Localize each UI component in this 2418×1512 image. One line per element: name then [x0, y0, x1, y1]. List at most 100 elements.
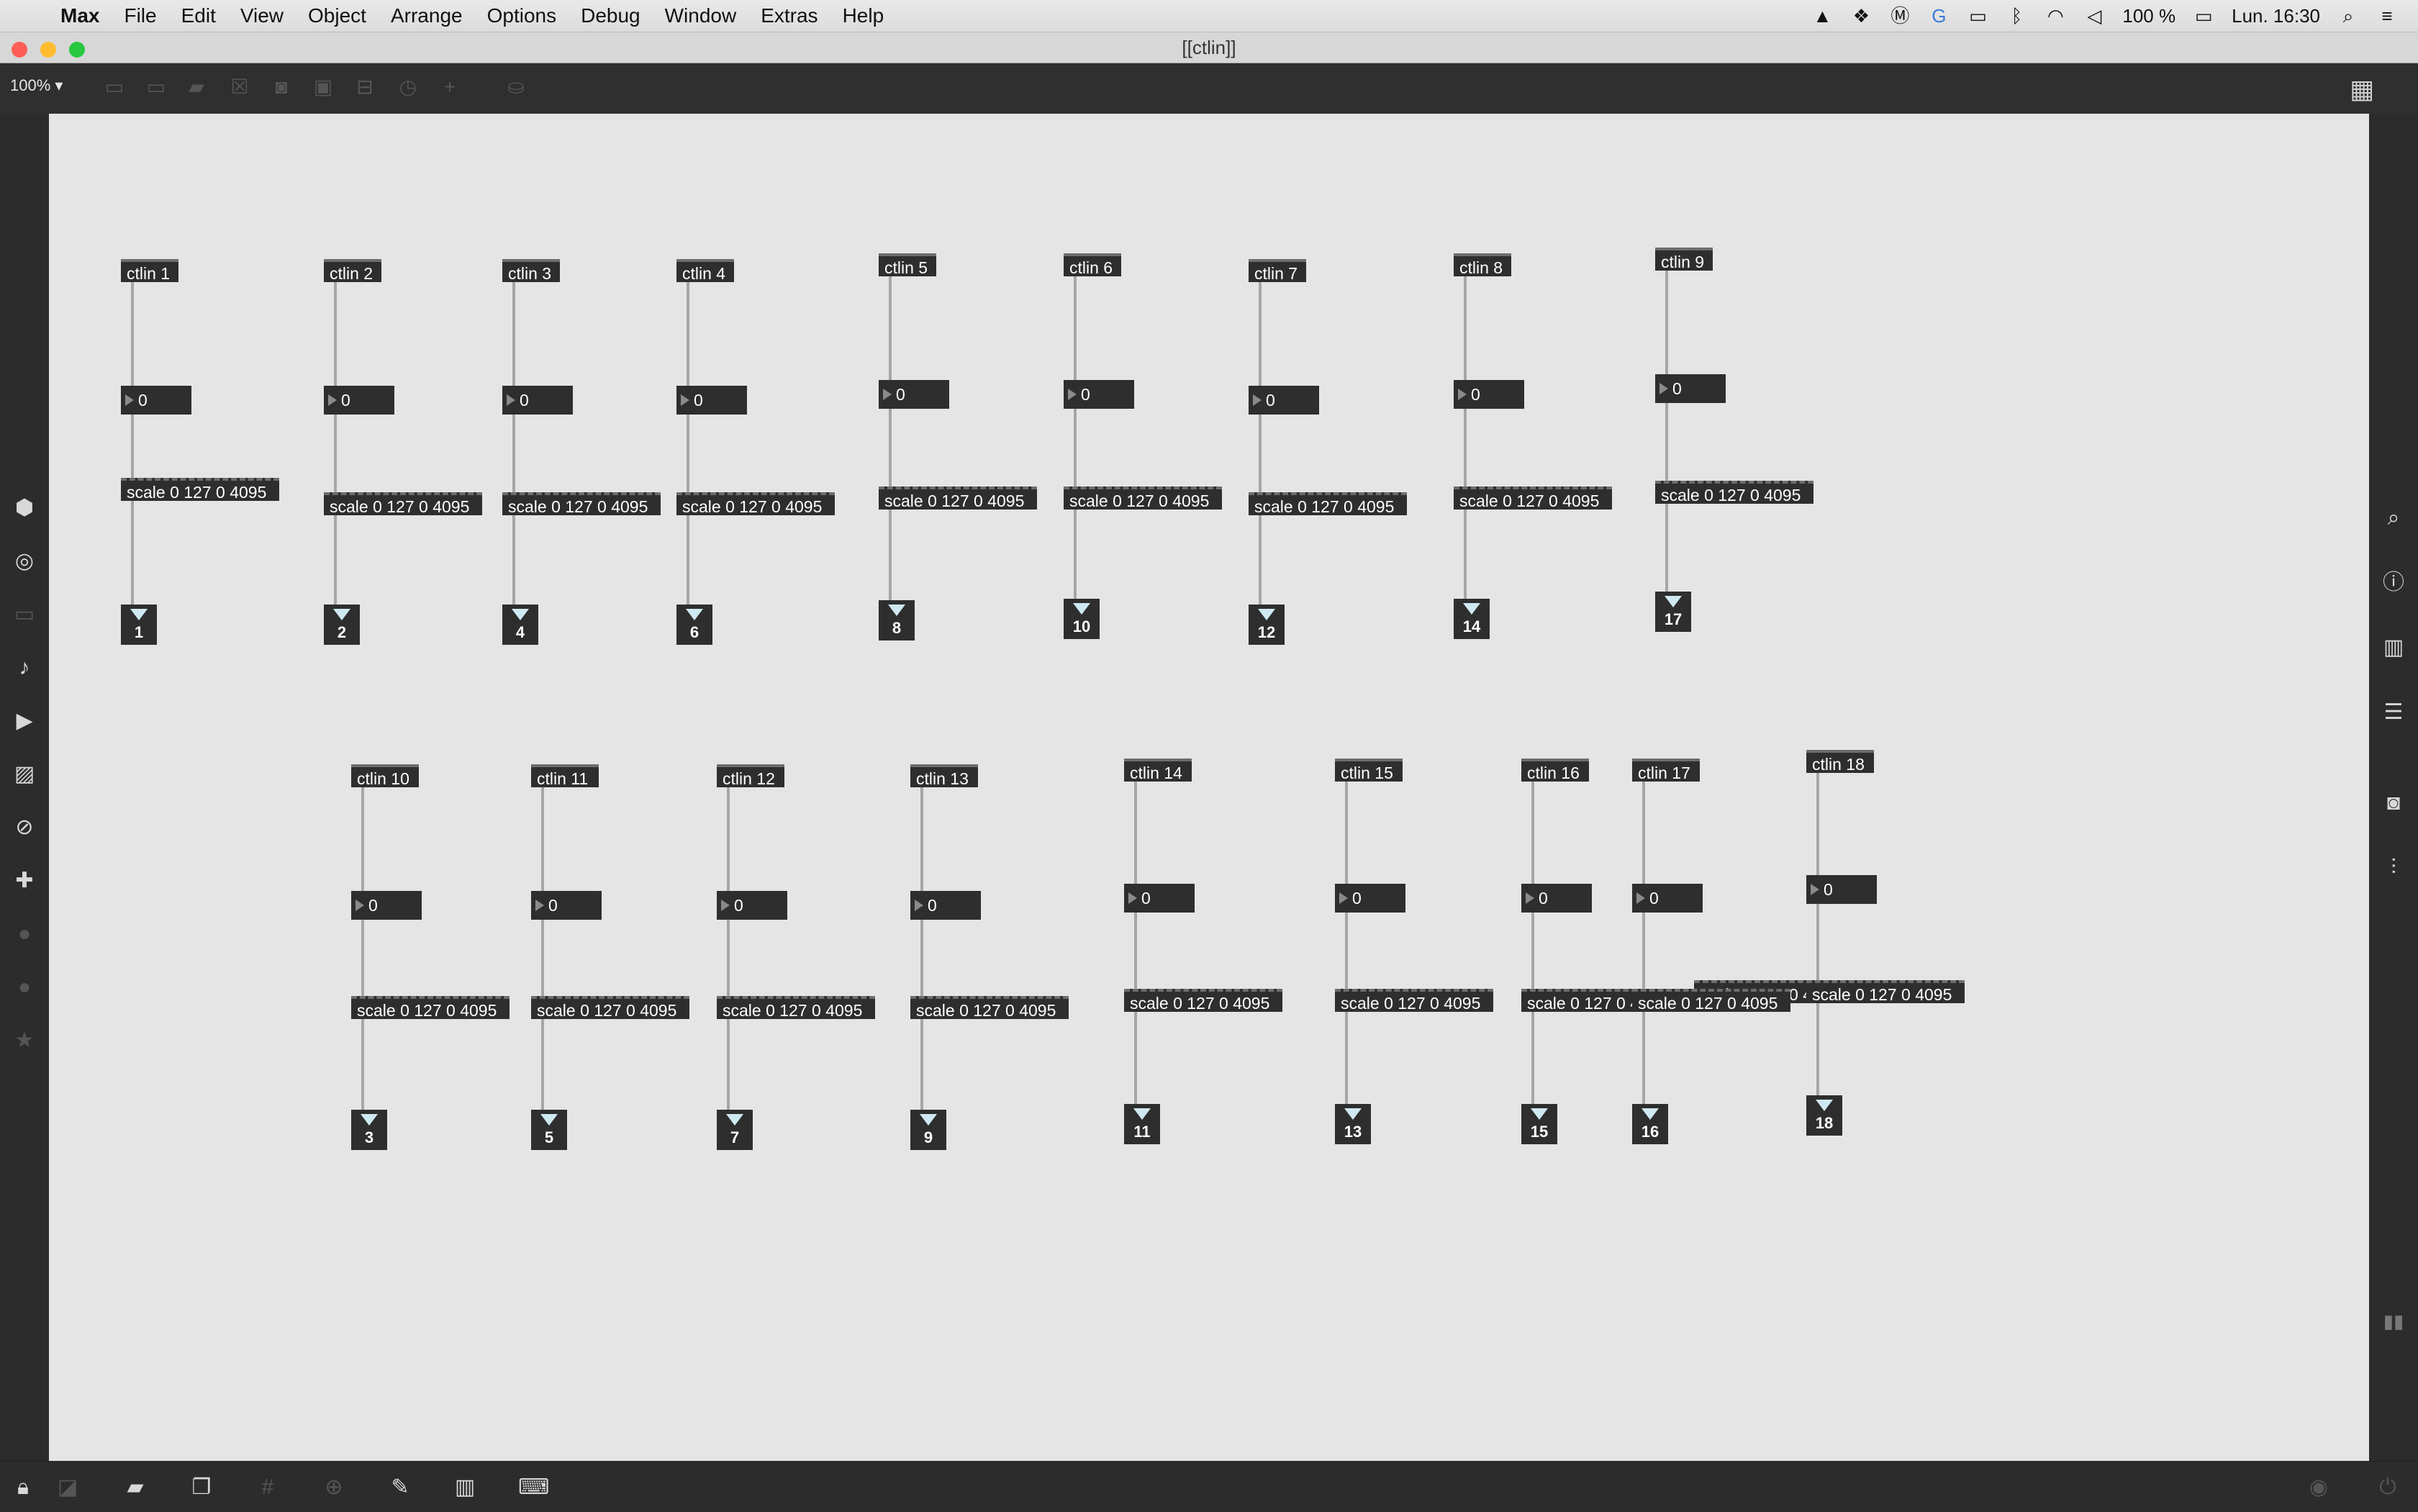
- number-box-5[interactable]: 0: [879, 380, 949, 409]
- ctlin-object-15[interactable]: ctlin 15: [1335, 759, 1403, 782]
- outlet-11[interactable]: 5: [531, 1110, 567, 1150]
- patch-cord[interactable]: [1642, 913, 1645, 989]
- outlet-18[interactable]: 18: [1806, 1095, 1842, 1136]
- patch-cord[interactable]: [1345, 913, 1348, 989]
- patch-cord[interactable]: [541, 787, 544, 891]
- patch-cord[interactable]: [131, 282, 134, 386]
- wrench-icon[interactable]: ✎: [387, 1475, 413, 1500]
- new-message-icon[interactable]: ▭: [144, 75, 168, 99]
- playlist-icon[interactable]: ▶: [12, 708, 37, 734]
- bluetooth-icon[interactable]: ᛒ: [2006, 5, 2027, 27]
- outlet-1[interactable]: 1: [121, 605, 157, 645]
- paperclip-icon[interactable]: ⊘: [12, 815, 37, 841]
- outlet-6[interactable]: 10: [1064, 599, 1100, 639]
- m-icon[interactable]: Ⓜ: [1889, 5, 1911, 27]
- patch-cord[interactable]: [1665, 403, 1668, 481]
- menu-object[interactable]: Object: [308, 4, 366, 27]
- paint-bucket-icon[interactable]: ⛀: [504, 75, 528, 99]
- patch-cord[interactable]: [727, 787, 730, 891]
- grid-icon[interactable]: #: [255, 1475, 281, 1500]
- number-box-2[interactable]: 0: [324, 386, 394, 415]
- patch-cord[interactable]: [1345, 1012, 1348, 1104]
- menu-help[interactable]: Help: [843, 4, 884, 27]
- patch-cord[interactable]: [512, 282, 515, 386]
- patch-cord[interactable]: [889, 276, 892, 380]
- number-box-7[interactable]: 0: [1249, 386, 1319, 415]
- beap-icon[interactable]: ●: [12, 974, 37, 1000]
- new-button-icon[interactable]: ☒: [227, 75, 252, 99]
- patch-cord[interactable]: [1134, 913, 1137, 989]
- scale-object-13[interactable]: scale 0 127 0 4095: [910, 996, 1069, 1020]
- new-toggle-icon[interactable]: ◙: [269, 75, 294, 99]
- menu-extras[interactable]: Extras: [761, 4, 818, 27]
- scale-object-18[interactable]: scale 0 127 0 4095: [1806, 980, 1965, 1004]
- patch-cord[interactable]: [1074, 276, 1077, 380]
- windows-icon[interactable]: ❐: [189, 1475, 214, 1500]
- patch-cord[interactable]: [541, 1019, 544, 1110]
- patch-cord[interactable]: [1816, 904, 1819, 980]
- outlet-5[interactable]: 8: [879, 600, 915, 640]
- patch-cord[interactable]: [889, 510, 892, 600]
- lock-icon[interactable]: 🔒︎: [10, 1475, 36, 1500]
- scale-object-5[interactable]: scale 0 127 0 4095: [879, 486, 1037, 510]
- ctlin-object-18[interactable]: ctlin 18: [1806, 750, 1874, 774]
- patch-cord[interactable]: [334, 515, 337, 605]
- number-box-14[interactable]: 0: [1124, 884, 1195, 913]
- audio-play-icon[interactable]: ◉: [2306, 1475, 2332, 1500]
- patch-cord[interactable]: [727, 920, 730, 996]
- grid-view-icon[interactable]: ▦: [2346, 75, 2378, 104]
- patch-cord[interactable]: [920, 1019, 923, 1110]
- outlet-9[interactable]: 17: [1655, 592, 1691, 632]
- number-box-16[interactable]: 0: [1521, 884, 1592, 913]
- scale-object-11[interactable]: scale 0 127 0 4095: [531, 996, 689, 1020]
- battery-icon[interactable]: ▭: [2193, 5, 2214, 27]
- add-object-icon[interactable]: +: [438, 75, 462, 99]
- ctlin-object-8[interactable]: ctlin 8: [1454, 253, 1511, 277]
- new-dial-icon[interactable]: ◷: [396, 75, 420, 99]
- patch-cord[interactable]: [1531, 1012, 1534, 1104]
- wifi-icon[interactable]: ◠: [2045, 5, 2066, 27]
- zoom-level-select[interactable]: 100% ▾: [10, 76, 63, 95]
- patch-cord[interactable]: [512, 515, 515, 605]
- ctlin-object-7[interactable]: ctlin 7: [1249, 259, 1306, 283]
- menu-file[interactable]: File: [124, 4, 156, 27]
- scale-object-1[interactable]: scale 0 127 0 4095: [121, 478, 279, 502]
- spotlight-icon[interactable]: ⌕: [2337, 5, 2359, 27]
- outlet-4[interactable]: 6: [676, 605, 712, 645]
- scale-object-9[interactable]: scale 0 127 0 4095: [1655, 481, 1814, 504]
- patch-cord[interactable]: [1259, 515, 1262, 605]
- patch-cord[interactable]: [541, 920, 544, 996]
- number-box-17[interactable]: 0: [1632, 884, 1703, 913]
- ctlin-object-10[interactable]: ctlin 10: [351, 764, 419, 788]
- menu-window[interactable]: Window: [665, 4, 737, 27]
- number-box-4[interactable]: 0: [676, 386, 747, 415]
- outlet-17[interactable]: 16: [1632, 1104, 1668, 1144]
- ctlin-object-14[interactable]: ctlin 14: [1124, 759, 1192, 782]
- plugin-icon[interactable]: ✚: [12, 868, 37, 894]
- packages-cube-icon[interactable]: ⬢: [12, 495, 37, 521]
- outlet-12[interactable]: 7: [717, 1110, 753, 1150]
- outlet-16[interactable]: 15: [1521, 1104, 1557, 1144]
- notification-center-icon[interactable]: ≡: [2376, 5, 2398, 27]
- ctlin-object-6[interactable]: ctlin 6: [1064, 253, 1121, 277]
- ctlin-object-9[interactable]: ctlin 9: [1655, 248, 1713, 271]
- patch-cord[interactable]: [889, 409, 892, 486]
- number-box-10[interactable]: 0: [351, 891, 422, 920]
- new-slider-icon[interactable]: ⊟: [353, 75, 377, 99]
- number-box-15[interactable]: 0: [1335, 884, 1405, 913]
- patch-cord[interactable]: [131, 501, 134, 605]
- patch-cord[interactable]: [1665, 504, 1668, 592]
- number-box-6[interactable]: 0: [1064, 380, 1134, 409]
- patch-cord[interactable]: [361, 787, 364, 891]
- ctlin-object-3[interactable]: ctlin 3: [502, 259, 560, 283]
- star-icon[interactable]: ★: [12, 1028, 37, 1054]
- patch-cord[interactable]: [1464, 276, 1467, 380]
- outlet-15[interactable]: 13: [1335, 1104, 1371, 1144]
- outlet-10[interactable]: 3: [351, 1110, 387, 1150]
- patch-cord[interactable]: [1531, 782, 1534, 884]
- add-connection-icon[interactable]: ⊕: [321, 1475, 347, 1500]
- patch-cord[interactable]: [687, 515, 689, 605]
- patch-cord[interactable]: [1464, 409, 1467, 486]
- number-box-3[interactable]: 0: [502, 386, 573, 415]
- vlc-icon[interactable]: ▲: [1811, 5, 1833, 27]
